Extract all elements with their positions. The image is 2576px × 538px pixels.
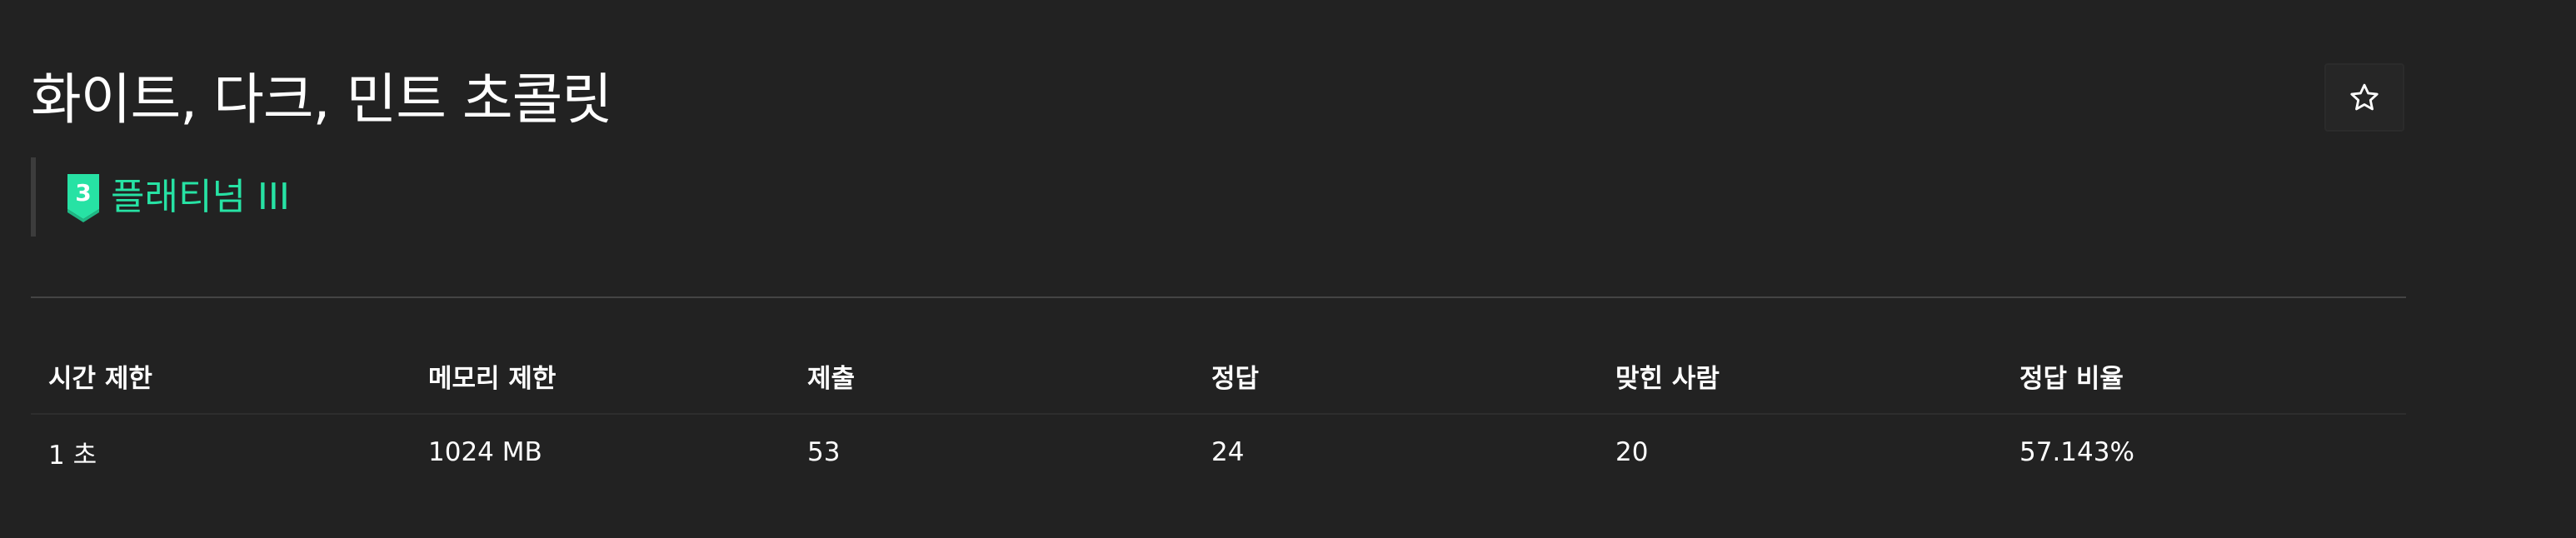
favorite-star-button[interactable] <box>2324 63 2404 132</box>
header-accept-ratio: 정답 비율 <box>2019 363 2124 394</box>
value-accepted[interactable]: 24 <box>1194 437 1598 467</box>
header-memory-limit: 메모리 제한 <box>428 363 557 394</box>
value-time-limit: 1 초 <box>48 440 97 471</box>
info-table-header-row: 시간 제한 메모리 제한 제출 정답 맞힌 사람 정답 비율 <box>31 338 2406 415</box>
header-submissions: 제출 <box>807 363 856 394</box>
info-table-row: 1 초 1024 MB 53 24 20 57.143% <box>31 415 2406 490</box>
tier-label[interactable]: 플래티넘 III <box>111 171 290 224</box>
tier-blockquote-bar <box>31 157 36 237</box>
tier-info: 3 플래티넘 III <box>66 171 290 224</box>
value-solved-users[interactable]: 20 <box>1598 437 2002 467</box>
value-memory-limit: 1024 MB <box>428 437 542 467</box>
header-time-limit: 시간 제한 <box>48 363 152 394</box>
header-accepted: 정답 <box>1211 363 1260 394</box>
section-divider <box>31 296 2406 298</box>
value-submissions[interactable]: 53 <box>790 437 1194 467</box>
value-accept-ratio: 57.143% <box>2019 437 2134 467</box>
star-icon <box>2350 83 2379 111</box>
problem-info-table: 시간 제한 메모리 제한 제출 정답 맞힌 사람 정답 비율 1 초 1024 … <box>31 338 2406 490</box>
platinum-tier-badge-icon: 3 <box>67 174 99 222</box>
tier-badge-number: 3 <box>75 179 91 207</box>
problem-title: 화이트, 다크, 민트 초콜릿 <box>31 67 612 132</box>
header-solved-users: 맞힌 사람 <box>1615 363 1720 394</box>
problem-page: 화이트, 다크, 민트 초콜릿 3 플래티넘 III 시간 제한 메모리 제한 … <box>0 0 2576 538</box>
